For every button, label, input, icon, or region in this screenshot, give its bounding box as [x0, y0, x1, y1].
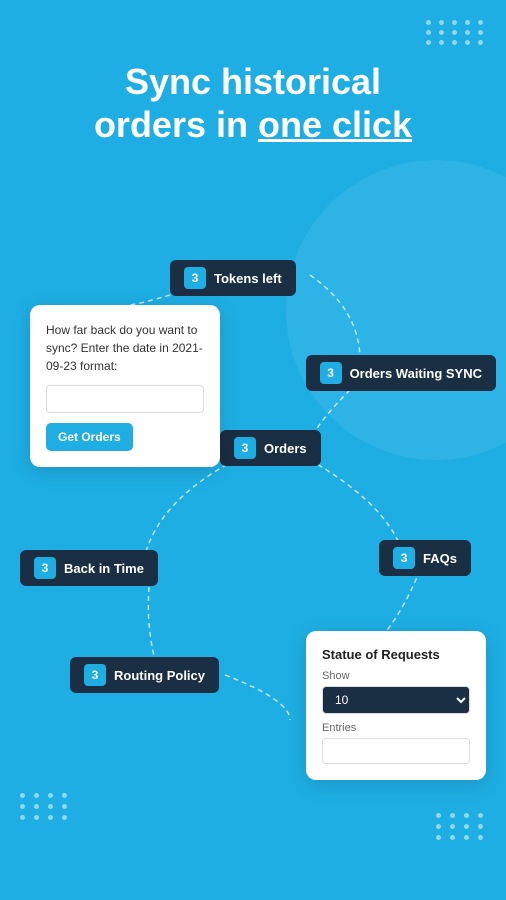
- badge-orders-waiting-num: 3: [320, 362, 342, 384]
- decorative-dots-bottom-right: [436, 813, 486, 840]
- card-status: Statue of Requests Show 10 25 50 100 Ent…: [306, 631, 486, 780]
- badge-orders: 3 Orders: [220, 430, 321, 466]
- badge-tokens-num: 3: [184, 267, 206, 289]
- badge-orders-label: Orders: [264, 441, 307, 456]
- badge-orders-num: 3: [234, 437, 256, 459]
- badge-faqs: 3 FAQs: [379, 540, 471, 576]
- hero-title-line2: orders in: [94, 104, 258, 145]
- badge-routing-policy: 3 Routing Policy: [70, 657, 219, 693]
- badge-tokens-label: Tokens left: [214, 271, 282, 286]
- badge-back-in-time-num: 3: [34, 557, 56, 579]
- entries-label: Entries: [322, 722, 470, 734]
- badge-faqs-label: FAQs: [423, 551, 457, 566]
- badge-faqs-num: 3: [393, 547, 415, 569]
- badge-routing-label: Routing Policy: [114, 668, 205, 683]
- hero-title-line1: Sync historical: [125, 61, 381, 102]
- show-select[interactable]: 10 25 50 100: [322, 686, 470, 714]
- badge-orders-waiting: 3 Orders Waiting SYNC: [306, 355, 496, 391]
- hero-title-highlight: one click: [258, 104, 412, 145]
- badge-orders-waiting-label: Orders Waiting SYNC: [350, 366, 482, 381]
- badge-back-in-time: 3 Back in Time: [20, 550, 158, 586]
- badge-back-in-time-label: Back in Time: [64, 561, 144, 576]
- get-orders-button[interactable]: Get Orders: [46, 423, 133, 451]
- decorative-dots-bottom-left: [20, 793, 70, 820]
- sync-description: How far back do you want to sync? Enter …: [46, 321, 204, 375]
- circle-watermark: [286, 160, 506, 460]
- decorative-dots-top-right: [426, 20, 486, 45]
- badge-tokens: 3 Tokens left: [170, 260, 296, 296]
- sync-date-input[interactable]: [46, 385, 204, 413]
- hero-title: Sync historical orders in one click: [0, 60, 506, 146]
- status-card-title: Statue of Requests: [322, 647, 470, 662]
- show-label: Show: [322, 670, 470, 682]
- badge-routing-num: 3: [84, 664, 106, 686]
- entries-box: [322, 738, 470, 764]
- card-sync: How far back do you want to sync? Enter …: [30, 305, 220, 467]
